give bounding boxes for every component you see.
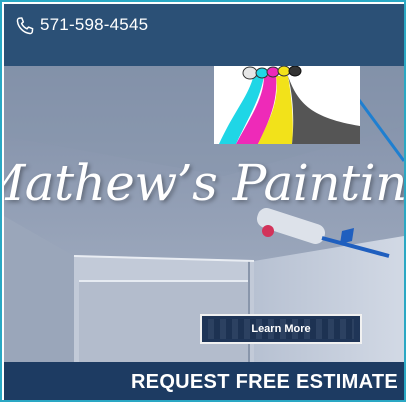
hero-headline: Mathew’s Painting [4, 154, 404, 212]
learn-more-label: Learn More [251, 323, 311, 335]
request-estimate-label: REQUEST FREE ESTIMATE [130, 370, 398, 393]
hero-section: Mathew’s Painting Learn More [4, 66, 404, 362]
phone-number-link[interactable]: 571-598-4545 [40, 14, 148, 36]
phone-icon[interactable] [14, 15, 36, 37]
top-bar: 571-598-4545 [4, 4, 404, 66]
request-estimate-button[interactable]: REQUEST FREE ESTIMATE [4, 362, 404, 400]
page-frame: 571-598-4545 athew’s Paintin Learn More … [0, 0, 406, 402]
learn-more-button[interactable]: Learn More [200, 314, 362, 344]
paint-stripes-logo [214, 66, 360, 144]
